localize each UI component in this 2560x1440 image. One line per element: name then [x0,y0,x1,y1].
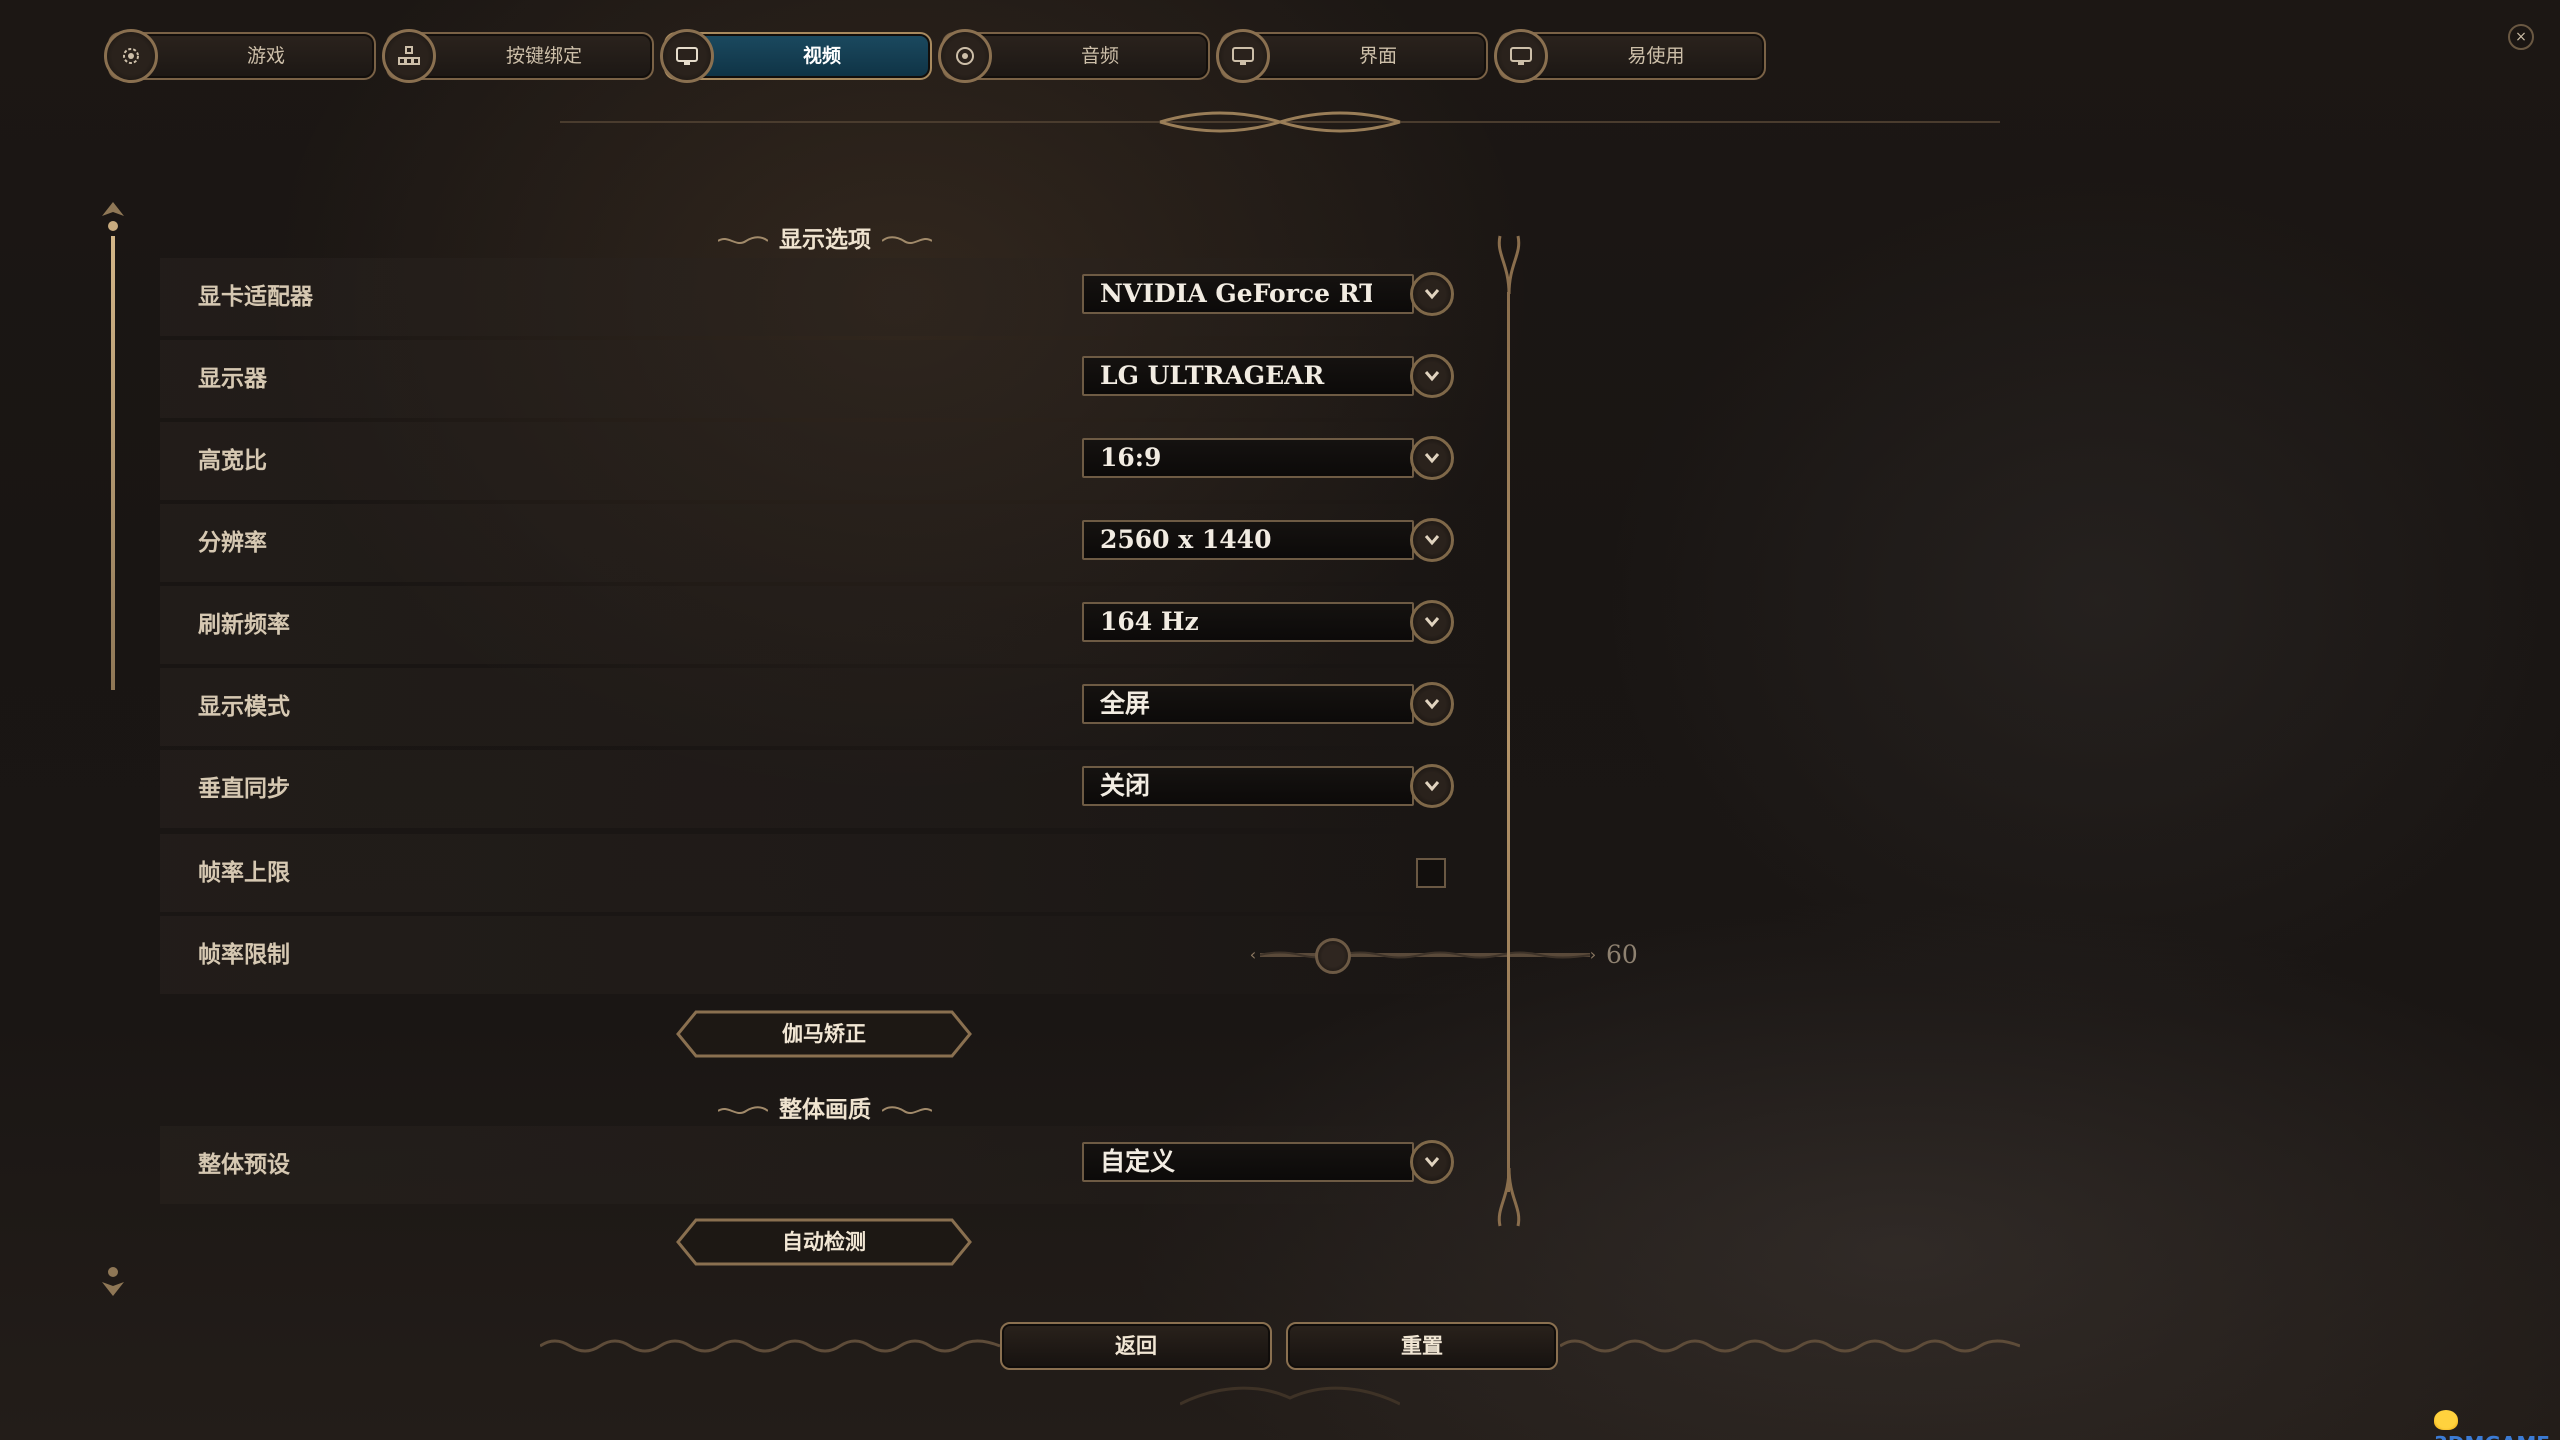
vsync-dropdown[interactable]: 关闭 [1082,766,1414,806]
bottom-rule-ornament [540,1339,1000,1353]
tab-accessibility[interactable]: 易使用 [1494,29,1766,83]
section-title: 整体画质 [779,1097,871,1123]
chevron-down-icon[interactable] [1410,518,1454,562]
speaker-icon [938,29,992,83]
tab-interface[interactable]: 界面 [1216,29,1488,83]
tab-label: 游戏 [246,45,285,67]
close-button[interactable]: × [2508,24,2534,50]
scroll-bottom-ornament [102,1267,124,1296]
dropdown-value: 关闭 [1100,771,1151,800]
smiley-icon [2434,1410,2458,1430]
setting-label: 高宽比 [198,448,267,474]
setting-label: 显示器 [198,366,267,392]
chevron-down-icon[interactable] [1410,764,1454,808]
reset-button[interactable]: 重置 [1286,1322,1558,1370]
resolution-dropdown[interactable]: 2560 x 1440 [1082,520,1414,560]
aspect-ratio-dropdown[interactable]: 16:9 [1082,438,1414,478]
dropdown-value: 2560 x 1440 [1100,525,1272,554]
button-label: 返回 [1115,1334,1157,1358]
chevron-down-icon[interactable] [1410,600,1454,644]
setting-row-refresh-rate: 刷新频率 164 Hz [160,586,1490,664]
left-scrollbar[interactable] [111,236,115,690]
setting-row-preset: 整体预设 自定义 [160,1126,1490,1204]
dropdown-value: LG ULTRAGEAR [1100,361,1325,390]
button-label: 自动检测 [782,1230,866,1254]
setting-row-aspect-ratio: 高宽比 16:9 [160,422,1490,500]
settings-screen: 游戏 按键绑定 视频 音频 界面 易使用 × 显示选项 显卡适配器 NVIDIA… [0,0,2560,1440]
setting-label: 帧率限制 [198,942,290,968]
watermark-text: 3DMGAME [2434,1432,2550,1440]
close-icon: × [2515,29,2527,45]
divider-top-ornament [1497,235,1521,294]
dropdown-value: NVIDIA GeForce RTX 40 [1100,279,1372,308]
tab-keybindings[interactable]: 按键绑定 [382,29,654,83]
section-display-options: 显示选项 [700,222,950,258]
tab-label: 按键绑定 [505,45,582,67]
dropdown-value: 全屏 [1100,689,1151,718]
fps-cap-checkbox[interactable] [1416,858,1446,888]
setting-row-resolution: 分辨率 2560 x 1440 [160,504,1490,582]
bottom-rule-ornament [1560,1339,2020,1353]
monitor-icon [1216,29,1270,83]
setting-row-fps-cap: 帧率上限 [160,834,1490,912]
watermark-logo: 3DMGAME [2434,1408,2560,1440]
dropdown-value: 自定义 [1100,1147,1176,1176]
setting-row-vsync: 垂直同步 关闭 [160,750,1490,828]
tab-game[interactable]: 游戏 [104,29,376,83]
tab-label: 视频 [802,45,841,67]
divider-bottom-ornament [1497,1168,1521,1227]
setting-label: 显卡适配器 [198,284,313,310]
gear-icon [104,29,158,83]
setting-label: 分辨率 [198,530,267,556]
fps-limit-value: 60 [1606,940,1638,969]
setting-label: 整体预设 [198,1152,290,1178]
header-ornament [718,1106,768,1114]
fps-limit-slider-knob[interactable] [1314,938,1351,974]
tab-label: 界面 [1358,45,1397,67]
top-divider-ornament [560,111,2000,133]
back-button[interactable]: 返回 [1000,1322,1272,1370]
vertical-divider [1507,292,1510,1192]
section-overall-quality: 整体画质 [700,1092,950,1128]
chevron-right-icon[interactable]: › [1582,944,1604,966]
monitor-icon [1494,29,1548,83]
chevron-down-icon[interactable] [1410,272,1454,316]
setting-row-monitor: 显示器 LG ULTRAGEAR [160,340,1490,418]
header-ornament [882,236,932,244]
refresh-rate-dropdown[interactable]: 164 Hz [1082,602,1414,642]
gpu-dropdown[interactable]: NVIDIA GeForce RTX 40 [1082,274,1414,314]
monitor-dropdown[interactable]: LG ULTRAGEAR [1082,356,1414,396]
header-ornament [718,236,768,244]
scroll-top-ornament [102,202,124,231]
preset-dropdown[interactable]: 自定义 [1082,1142,1414,1182]
tab-label: 音频 [1080,45,1119,67]
keybind-icon [382,29,436,83]
chevron-down-icon[interactable] [1410,436,1454,480]
bottom-flourish-ornament [1180,1386,1400,1406]
auto-detect-button[interactable]: 自动检测 [676,1218,972,1266]
display-mode-dropdown[interactable]: 全屏 [1082,684,1414,724]
setting-label: 垂直同步 [198,776,290,802]
chevron-down-icon[interactable] [1410,682,1454,726]
setting-row-fps-limit: 帧率限制 ‹ › 60 [160,916,1638,994]
setting-row-gpu: 显卡适配器 NVIDIA GeForce RTX 40 [160,258,1490,336]
button-label: 重置 [1401,1334,1443,1358]
chevron-down-icon[interactable] [1410,354,1454,398]
monitor-icon [660,29,714,83]
button-label: 伽马矫正 [782,1022,866,1046]
dropdown-value: 164 Hz [1100,607,1199,636]
tab-video[interactable]: 视频 [660,29,932,83]
gamma-correction-button[interactable]: 伽马矫正 [676,1010,972,1058]
fps-limit-slider-track[interactable] [1260,950,1590,960]
setting-row-display-mode: 显示模式 全屏 [160,668,1490,746]
setting-label: 刷新频率 [198,612,290,638]
chevron-down-icon[interactable] [1410,1140,1454,1184]
tab-audio[interactable]: 音频 [938,29,1210,83]
dropdown-value: 16:9 [1100,443,1162,472]
setting-label: 帧率上限 [198,860,290,886]
setting-label: 显示模式 [198,694,290,720]
section-title: 显示选项 [779,227,871,253]
tab-label: 易使用 [1627,45,1685,67]
header-ornament [882,1106,932,1114]
